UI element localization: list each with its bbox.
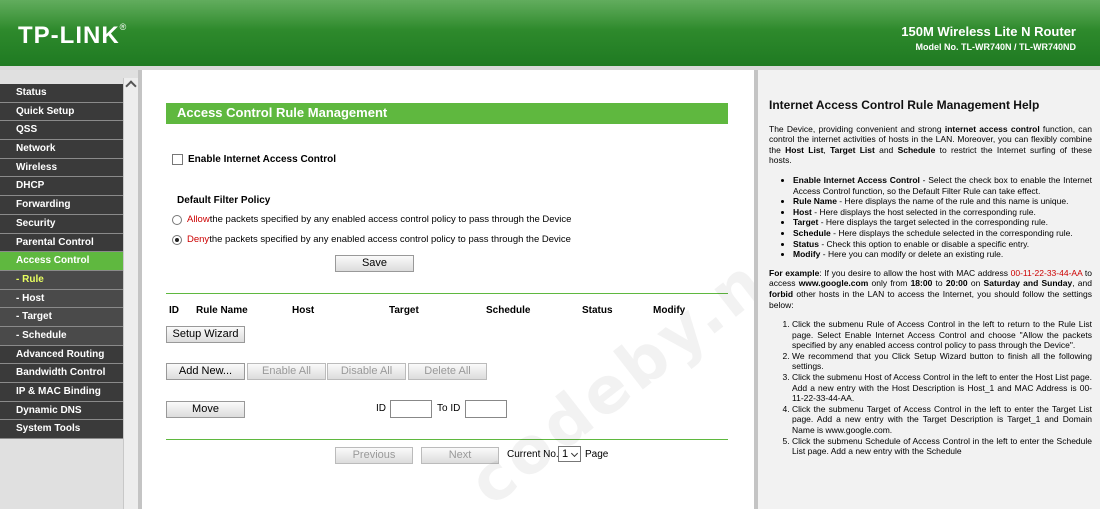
- help-step: Click the submenu Target of Access Contr…: [792, 404, 1092, 436]
- model-number: Model No. TL-WR740N / TL-WR740ND: [915, 42, 1076, 52]
- sidebar-subitem-schedule[interactable]: - Schedule: [0, 326, 123, 346]
- help-bullet: Schedule - Here displays the schedule se…: [793, 228, 1092, 239]
- help-intro: The Device, providing convenient and str…: [769, 123, 1093, 166]
- enable-access-control-checkbox[interactable]: [172, 154, 183, 165]
- page-select-value: 1: [562, 448, 569, 460]
- save-button[interactable]: Save: [335, 255, 414, 272]
- scroll-up-arrow-icon[interactable]: [125, 80, 137, 92]
- col-header-modify: Modify: [653, 305, 686, 316]
- help-step: We recommend that you Click Setup Wizard…: [792, 351, 1092, 372]
- sidebar-subitem-rule[interactable]: - Rule: [0, 270, 123, 290]
- col-header-host: Host: [292, 305, 315, 316]
- next-button[interactable]: Next: [421, 447, 499, 464]
- sidebar-item-network[interactable]: Network: [0, 140, 123, 159]
- allow-policy-radio[interactable]: [172, 214, 182, 225]
- main-panel: Access Control Rule Management Enable In…: [142, 70, 845, 521]
- tp-link-logo: TP-LINK®: [18, 22, 128, 49]
- to-id-label: To ID: [437, 403, 461, 414]
- current-no-label: Current No.: [507, 449, 559, 460]
- help-panel: Internet Access Control Rule Management …: [758, 70, 1100, 509]
- help-step: Click the submenu Rule of Access Control…: [792, 319, 1092, 351]
- delete-all-button[interactable]: Delete All: [408, 363, 487, 380]
- help-title: Internet Access Control Rule Management …: [769, 98, 1040, 112]
- enable-all-button[interactable]: Enable All: [247, 363, 326, 380]
- header-banner: TP-LINK® 150M Wireless Lite N Router Mod…: [0, 0, 1100, 66]
- sidebar: Status Quick Setup QSS Network Wireless …: [0, 70, 138, 509]
- sidebar-item-bandwidth-control[interactable]: Bandwidth Control: [0, 364, 123, 383]
- title-underline: [166, 123, 728, 124]
- col-header-status: Status: [582, 305, 613, 316]
- help-bullet: Enable Internet Access Control - Select …: [793, 175, 1092, 196]
- page-label: Page: [585, 449, 609, 460]
- help-bullet: Status - Check this option to enable or …: [793, 239, 1092, 250]
- sidebar-item-dynamic-dns[interactable]: Dynamic DNS: [0, 401, 123, 421]
- deny-policy-radio[interactable]: [172, 234, 182, 245]
- sidebar-item-wireless[interactable]: Wireless: [0, 158, 123, 178]
- divider-top: [166, 293, 728, 294]
- help-step: Click the submenu Schedule of Access Con…: [792, 436, 1092, 457]
- page-select[interactable]: 1: [558, 446, 581, 462]
- sidebar-item-forwarding[interactable]: Forwarding: [0, 196, 123, 215]
- col-header-id: ID: [169, 305, 179, 316]
- allow-policy-text: the packets specified by any enabled acc…: [209, 214, 572, 225]
- help-example: For example: If you desire to allow the …: [769, 267, 1092, 310]
- sidebar-item-parental-control[interactable]: Parental Control: [0, 233, 123, 253]
- help-bullet: Modify - Here you can modify or delete a…: [793, 249, 1092, 260]
- help-bullet-list: Enable Internet Access Control - Select …: [793, 175, 1092, 260]
- help-steps-list: Click the submenu Rule of Access Control…: [792, 319, 1092, 457]
- disable-all-button[interactable]: Disable All: [327, 363, 406, 380]
- deny-policy-text: the packets specified by any enabled acc…: [209, 234, 571, 245]
- allow-policy-row: Allow the packets specified by any enabl…: [172, 214, 571, 225]
- sidebar-item-quick-setup[interactable]: Quick Setup: [0, 102, 123, 122]
- help-bullet: Rule Name - Here displays the name of th…: [793, 196, 1092, 207]
- sidebar-item-dhcp[interactable]: DHCP: [0, 177, 123, 197]
- sidebar-item-system-tools[interactable]: System Tools: [0, 420, 123, 440]
- product-name: 150M Wireless Lite N Router: [901, 24, 1076, 39]
- deny-policy-row: Deny the packets specified by any enable…: [172, 234, 571, 245]
- allow-word: Allow: [187, 214, 210, 225]
- add-new-button[interactable]: Add New...: [166, 363, 245, 380]
- col-header-schedule: Schedule: [486, 305, 531, 316]
- help-bullet: Host - Here displays the host selected i…: [793, 207, 1092, 218]
- setup-wizard-button[interactable]: Setup Wizard: [166, 326, 245, 343]
- previous-button[interactable]: Previous: [335, 447, 413, 464]
- move-to-id-input[interactable]: [465, 400, 507, 418]
- col-header-rule-name: Rule Name: [196, 305, 248, 316]
- sidebar-item-security[interactable]: Security: [0, 214, 123, 234]
- help-step: Click the submenu Host of Access Control…: [792, 372, 1092, 404]
- sidebar-menu: Status Quick Setup QSS Network Wireless …: [0, 84, 123, 440]
- enable-access-control-row: Enable Internet Access Control: [172, 154, 336, 165]
- deny-word: Deny: [187, 234, 210, 245]
- help-bullet: Target - Here displays the target select…: [793, 217, 1092, 228]
- sidebar-item-status[interactable]: Status: [0, 84, 123, 103]
- divider-bottom: [166, 439, 728, 440]
- sidebar-subitem-host[interactable]: - Host: [0, 289, 123, 309]
- default-filter-policy-title: Default Filter Policy: [177, 195, 271, 206]
- sidebar-item-qss[interactable]: QSS: [0, 121, 123, 141]
- col-header-target: Target: [389, 305, 419, 316]
- sidebar-scrollbar[interactable]: [123, 78, 138, 509]
- id-label: ID: [376, 403, 386, 414]
- move-from-id-input[interactable]: [390, 400, 432, 418]
- page-title: Access Control Rule Management: [166, 103, 728, 123]
- sidebar-item-ip-mac-binding[interactable]: IP & MAC Binding: [0, 383, 123, 402]
- sidebar-subitem-target[interactable]: - Target: [0, 308, 123, 327]
- enable-access-control-label: Enable Internet Access Control: [188, 154, 336, 165]
- sidebar-item-advanced-routing[interactable]: Advanced Routing: [0, 345, 123, 365]
- chevron-down-icon: [570, 449, 579, 458]
- move-button[interactable]: Move: [166, 401, 245, 418]
- sidebar-item-access-control[interactable]: Access Control: [0, 252, 123, 271]
